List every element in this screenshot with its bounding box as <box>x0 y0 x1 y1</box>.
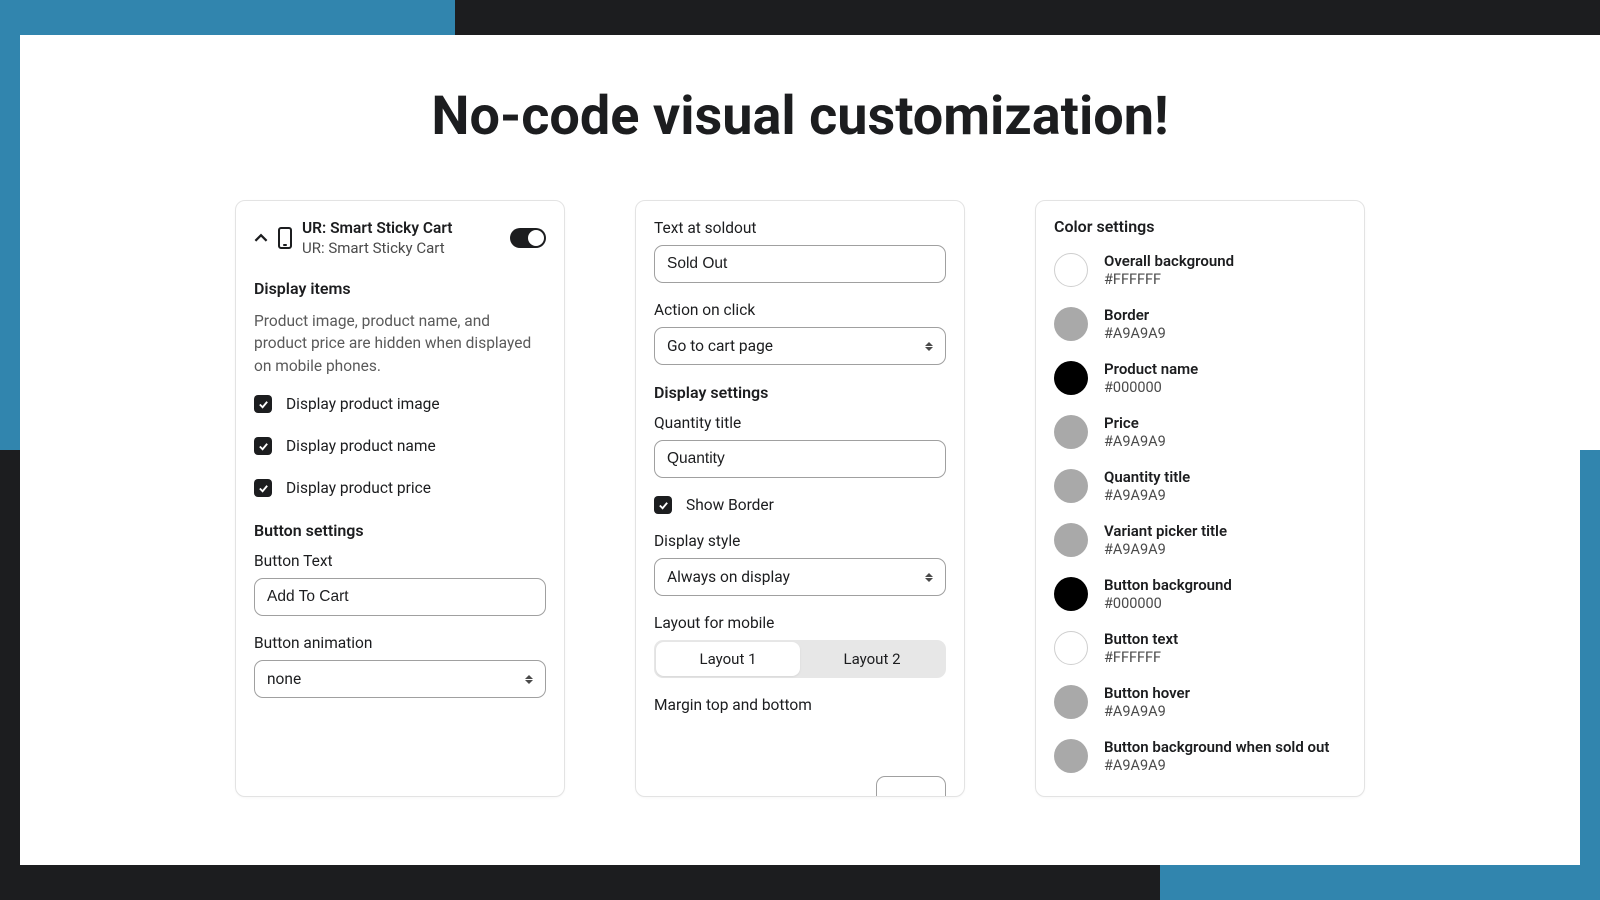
color-hex: #000000 <box>1104 595 1346 612</box>
color-hex: #A9A9A9 <box>1104 703 1346 720</box>
panel-display-settings: Text at soldout Action on click Go to ca… <box>635 200 965 797</box>
color-swatch[interactable] <box>1054 631 1088 665</box>
checkbox-label: Display product name <box>286 437 436 455</box>
color-hex: #000000 <box>1104 379 1346 396</box>
panel-color-settings: Color settings Overall background#FFFFFF… <box>1035 200 1365 797</box>
color-swatch[interactable] <box>1054 307 1088 341</box>
color-row[interactable]: Product name#000000 <box>1054 360 1346 396</box>
collapse-icon[interactable] <box>254 231 268 245</box>
color-row[interactable]: Button text#FFFFFF <box>1054 630 1346 666</box>
color-swatch[interactable] <box>1054 577 1088 611</box>
button-animation-select[interactable]: none <box>254 660 546 698</box>
action-on-click-label: Action on click <box>654 301 946 319</box>
color-swatch[interactable] <box>1054 523 1088 557</box>
bg-dark-top <box>455 0 1600 35</box>
quantity-title-input[interactable] <box>654 440 946 478</box>
display-style-label: Display style <box>654 532 946 550</box>
action-on-click-select[interactable]: Go to cart page <box>654 327 946 365</box>
color-hex: #A9A9A9 <box>1104 541 1346 558</box>
color-name: Quantity title <box>1104 468 1346 486</box>
color-hex: #A9A9A9 <box>1104 325 1346 342</box>
color-name: Button hover <box>1104 684 1346 702</box>
color-name: Product name <box>1104 360 1346 378</box>
checkbox-label: Display product price <box>286 479 431 497</box>
checkbox-label: Show Border <box>686 496 774 514</box>
button-text-input[interactable] <box>254 578 546 616</box>
color-row[interactable]: Price#A9A9A9 <box>1054 414 1346 450</box>
display-settings-heading: Display settings <box>654 383 946 402</box>
checkbox-product-price[interactable] <box>254 479 272 497</box>
margin-label: Margin top and bottom <box>654 696 946 714</box>
select-caret-icon <box>525 675 533 684</box>
color-settings-heading: Color settings <box>1054 201 1346 236</box>
checkbox-label: Display product image <box>286 395 440 413</box>
color-row[interactable]: Border#A9A9A9 <box>1054 306 1346 342</box>
layout-option-1[interactable]: Layout 1 <box>656 642 800 676</box>
layout-option-2[interactable]: Layout 2 <box>800 642 944 676</box>
block-title: UR: Smart Sticky Cart <box>302 219 500 237</box>
checkbox-product-image[interactable] <box>254 395 272 413</box>
panel-display-items: UR: Smart Sticky Cart UR: Smart Sticky C… <box>235 200 565 797</box>
display-style-select[interactable]: Always on display <box>654 558 946 596</box>
block-subtitle: UR: Smart Sticky Cart <box>302 239 500 257</box>
color-row[interactable]: Button background when sold out#A9A9A9 <box>1054 738 1346 774</box>
color-row[interactable]: Button hover#A9A9A9 <box>1054 684 1346 720</box>
margin-input[interactable] <box>876 776 946 797</box>
page-title: No-code visual customization! <box>0 85 1600 148</box>
color-name: Variant picker title <box>1104 522 1346 540</box>
mobile-icon <box>278 227 292 249</box>
button-animation-label: Button animation <box>254 634 546 652</box>
color-name: Button background <box>1104 576 1346 594</box>
color-row[interactable]: Variant picker title#A9A9A9 <box>1054 522 1346 558</box>
color-name: Overall background <box>1104 252 1346 270</box>
checkbox-product-name[interactable] <box>254 437 272 455</box>
checkbox-show-border[interactable] <box>654 496 672 514</box>
color-name: Button background when sold out <box>1104 738 1346 756</box>
color-hex: #A9A9A9 <box>1104 757 1346 774</box>
select-value: Go to cart page <box>667 337 773 355</box>
select-caret-icon <box>925 573 933 582</box>
select-value: Always on display <box>667 568 790 586</box>
color-swatch[interactable] <box>1054 415 1088 449</box>
color-hex: #A9A9A9 <box>1104 487 1346 504</box>
color-row[interactable]: Quantity title#A9A9A9 <box>1054 468 1346 504</box>
color-row[interactable]: Button background#000000 <box>1054 576 1346 612</box>
select-caret-icon <box>925 342 933 351</box>
button-settings-heading: Button settings <box>254 521 546 540</box>
color-hex: #A9A9A9 <box>1104 433 1346 450</box>
enable-toggle[interactable] <box>510 228 546 248</box>
display-items-heading: Display items <box>254 279 546 298</box>
layout-segmented-control: Layout 1 Layout 2 <box>654 640 946 678</box>
soldout-text-label: Text at soldout <box>654 219 946 237</box>
color-row[interactable]: Overall background#FFFFFF <box>1054 252 1346 288</box>
soldout-text-input[interactable] <box>654 245 946 283</box>
color-name: Price <box>1104 414 1346 432</box>
display-items-description: Product image, product name, and product… <box>254 310 546 377</box>
color-swatch[interactable] <box>1054 685 1088 719</box>
color-swatch[interactable] <box>1054 361 1088 395</box>
color-name: Button text <box>1104 630 1346 648</box>
color-hex: #FFFFFF <box>1104 649 1346 666</box>
color-swatch[interactable] <box>1054 469 1088 503</box>
color-name: Border <box>1104 306 1346 324</box>
button-text-label: Button Text <box>254 552 546 570</box>
quantity-title-label: Quantity title <box>654 414 946 432</box>
color-swatch[interactable] <box>1054 739 1088 773</box>
color-swatch[interactable] <box>1054 253 1088 287</box>
layout-mobile-label: Layout for mobile <box>654 614 946 632</box>
color-hex: #FFFFFF <box>1104 271 1346 288</box>
select-value: none <box>267 670 301 688</box>
